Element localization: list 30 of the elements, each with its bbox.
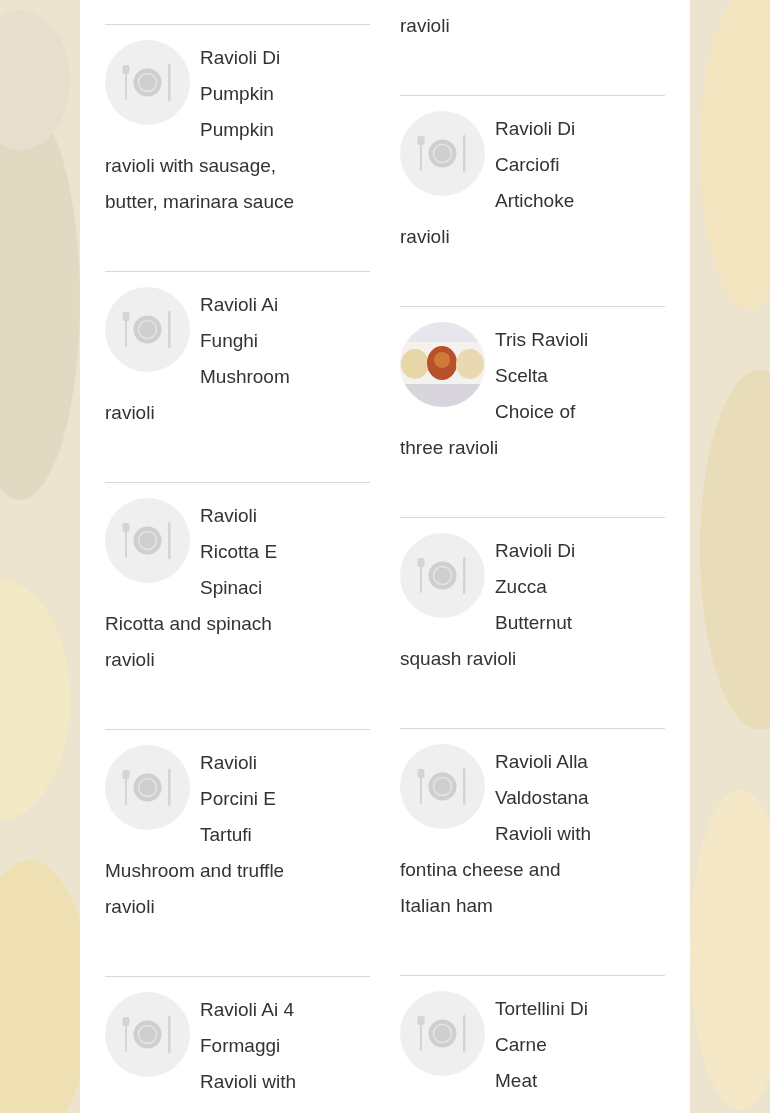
plate-icon bbox=[105, 498, 190, 583]
dish-name: Ravioli Ricotta E Spinaci bbox=[200, 504, 279, 600]
dish-description: Meat bbox=[494, 1069, 539, 1093]
plate-icon bbox=[400, 533, 485, 618]
dish-description: Ravioli with fontina cheese and Italian ham bbox=[400, 822, 593, 918]
plate-icon bbox=[400, 111, 485, 196]
dish-name: Ravioli Porcini E Tartufi bbox=[200, 751, 278, 847]
dish-name: Ravioli Alla Valdostana bbox=[495, 750, 590, 810]
plate-icon bbox=[105, 40, 190, 125]
dish-description: ravioli bbox=[400, 14, 451, 38]
dish-name: Ravioli Di Pumpkin bbox=[200, 46, 282, 106]
dish-name: Ravioli Di Carciofi bbox=[495, 117, 577, 177]
plate-icon bbox=[105, 745, 190, 830]
dish-description: Ricotta and spinach ravioli bbox=[105, 612, 273, 672]
dish-name: Tortellini Di Carne bbox=[495, 997, 589, 1057]
dish-name: Ravioli Di Zucca bbox=[495, 539, 577, 599]
dish-description: Pumpkin ravioli with sausage, butter, marinara sauce bbox=[105, 118, 296, 214]
dish-name: Ravioli Ai 4 Formaggi bbox=[200, 998, 295, 1058]
plate-icon bbox=[105, 992, 190, 1077]
dish-description: Mushroom and truffle ravioli bbox=[105, 859, 286, 919]
plate-icon bbox=[400, 744, 485, 829]
plate-icon bbox=[105, 287, 190, 372]
dish-description: Artichoke ravioli bbox=[400, 189, 576, 249]
dish-description: Ravioli with bbox=[199, 1070, 298, 1094]
dish-description: Choice of three ravioli bbox=[400, 400, 577, 460]
dish-name: Tris Ravioli Scelta bbox=[495, 328, 590, 388]
plate-icon bbox=[400, 991, 485, 1076]
dish-name: Ravioli Ai Funghi bbox=[200, 293, 280, 353]
dish-description: Mushroom ravioli bbox=[105, 365, 291, 425]
dish-description: Butternut squash ravioli bbox=[400, 611, 574, 671]
